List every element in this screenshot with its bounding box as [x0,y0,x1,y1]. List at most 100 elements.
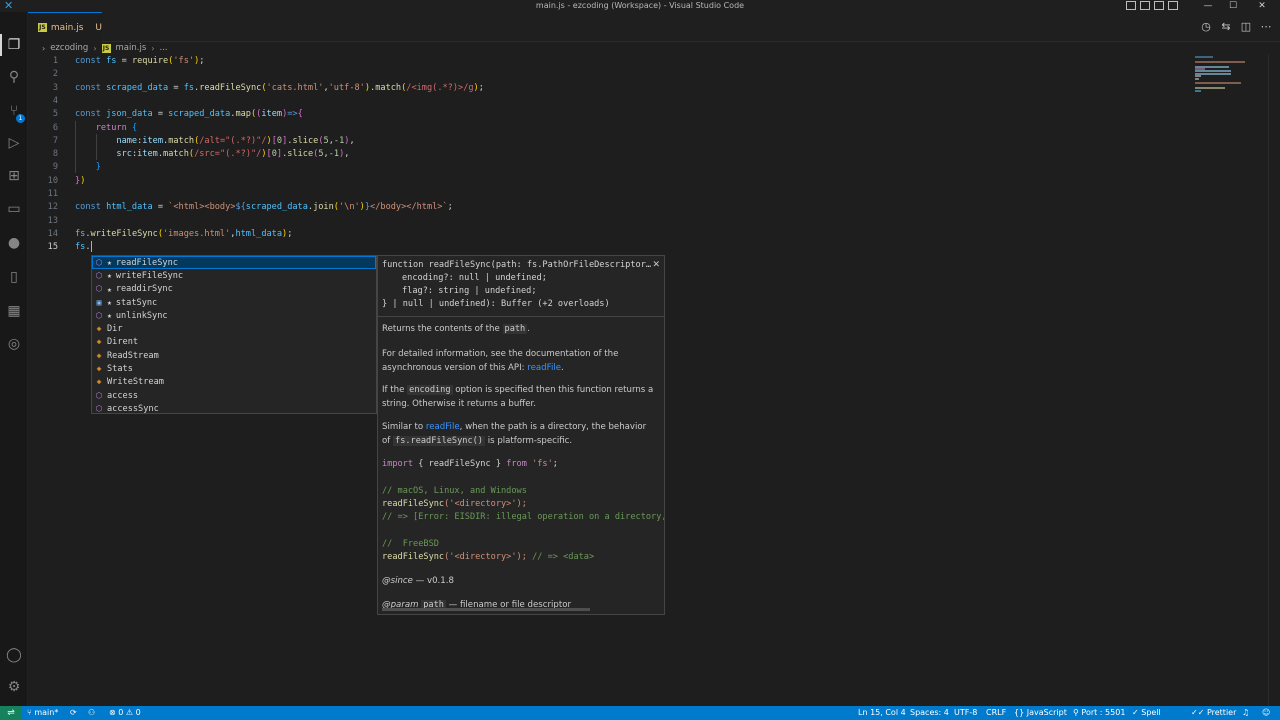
suggestion-item-Dir[interactable]: ◈ Dir [92,323,376,336]
suggestion-item-readdirSync[interactable]: ⬡ ★ readdirSync [92,283,376,296]
code-text: name:item.match(/alt="(.*?)"/)[0].slice(… [116,135,355,146]
breadcrumb-folder-icon: › [42,43,46,53]
doc-horizontal-scrollbar[interactable] [382,608,590,611]
code-text: } [95,162,101,173]
eol-status[interactable]: CRLF [986,706,1006,720]
suggestion-item-writeFileSync[interactable]: ⬡ ★ writeFileSync [92,269,376,282]
javascript-file-icon: JS [38,23,47,32]
suggestion-item-WriteStream[interactable]: ◈ WriteStream [92,376,376,389]
code-line[interactable]: 13 [28,215,1188,228]
code-line[interactable]: 2 [28,68,1188,81]
breadcrumb-file[interactable]: main.js [116,43,147,53]
suggestion-label: Dir [107,324,123,335]
remote-explorer-icon[interactable]: ▭ [5,200,23,218]
tab-main-js[interactable]: JS main.js U [28,12,102,42]
code-line[interactable]: 14 fs.writeFileSync('images.html',html_da… [28,228,1188,241]
code-line[interactable]: 1 const fs = require('fs'); [28,55,1188,68]
github-icon[interactable]: ● [5,234,23,252]
notifications-bell-icon[interactable]: ♫ [1242,706,1249,720]
suggestion-item-ReadStream[interactable]: ◈ ReadStream [92,349,376,362]
language-mode[interactable]: {} JavaScript [1014,706,1067,720]
doc-example-comment: // macOS, Linux, and Windows [382,486,527,496]
remote-indicator-icon[interactable]: ⇌ [0,706,22,720]
code-line[interactable]: 15 fs. [28,241,1188,254]
suggestion-item-readFileSync[interactable]: ⬡ ★ readFileSync [92,256,376,270]
doc-example-line: readFileSync('<directory>'); // => <data… [382,552,595,562]
encoding-status[interactable]: UTF-8 [954,706,977,720]
suggestion-item-Dirent[interactable]: ◈ Dirent [92,336,376,349]
gitlens-status-icon[interactable]: ⚇ [88,706,95,720]
line-number: 6 [52,122,58,133]
split-editor-icon[interactable]: ◫ [1240,20,1252,33]
feedback-icon[interactable]: ☺ [1262,706,1270,720]
suggestion-item-Stats[interactable]: ◈ Stats [92,362,376,375]
doc-separator [378,316,664,317]
minimap-line [1195,56,1213,58]
line-number: 9 [52,162,58,173]
class-icon: ◈ [96,350,102,360]
minimize-button[interactable]: — [1196,0,1220,12]
minimap[interactable] [1193,54,1267,94]
search-icon[interactable]: ⚲ [5,68,23,86]
breadcrumb-symbols[interactable]: ... [159,43,167,53]
suggestion-label: accessSync [107,403,159,414]
customize-layout-icon[interactable] [1168,1,1178,10]
vertical-scrollbar[interactable] [1268,54,1280,706]
prettier-status[interactable]: ✓✓ Prettier [1191,706,1236,720]
readfile-link[interactable]: readFile [527,363,561,373]
close-button[interactable]: ✕ [1250,0,1274,12]
code-line[interactable]: 9 } [28,161,1188,174]
suggestion-item-access[interactable]: ⬡ access [92,389,376,402]
suggestion-label: Stats [107,364,133,375]
breadcrumb-separator-icon: › [151,43,155,53]
editor-tab-bar: JS main.js U ◷ ⇆ ◫ ⋯ [28,12,1280,42]
suggestion-item-accessSync[interactable]: ⬡ accessSync [92,402,376,415]
spell-check-status[interactable]: ✓ Spell [1132,706,1161,720]
code-line[interactable]: 12 const html_data = `<html><body>${scrap… [28,201,1188,214]
branch-status[interactable]: ⑂ main* [27,706,58,720]
toggle-primary-sidebar-icon[interactable] [1126,1,1136,10]
account-icon[interactable]: ◯ [5,646,23,664]
maximize-button[interactable]: ☐ [1221,0,1245,12]
code-line[interactable]: 8 src:item.match(/src="(.*?)"/)[0].slice… [28,148,1188,161]
layout-controls [1126,0,1178,10]
indentation-status[interactable]: Spaces: 4 [910,706,949,720]
code-line[interactable]: 10}) [28,175,1188,188]
open-changes-icon[interactable]: ⇆ [1220,20,1232,33]
code-line[interactable]: 11 [28,188,1188,201]
close-icon[interactable]: ✕ [652,260,660,270]
method-icon: ⬡ [95,284,103,294]
code-line[interactable]: 7 name:item.match(/alt="(.*?)"/)[0].slic… [28,135,1188,148]
bookmarks-icon[interactable]: ▯ [5,268,23,286]
suggestion-item-unlinkSync[interactable]: ⬡ ★ unlinkSync [92,309,376,322]
code-line[interactable]: 4 [28,95,1188,108]
doc-example-comment: // => [Error: EISDIR: illegal operation … [382,512,665,522]
toggle-secondary-sidebar-icon[interactable] [1154,1,1164,10]
problems-status[interactable]: ⊗ 0 ⚠ 0 [109,706,141,720]
settings-gear-icon[interactable]: ⚙ [5,678,23,696]
title-bar: ✕ main.js - ezcoding (Workspace) - Visua… [0,0,1280,12]
line-number: 4 [52,95,58,106]
readfile-link[interactable]: readFile [426,422,460,432]
run-debug-icon[interactable]: ▷ [5,134,23,152]
docker-icon[interactable]: ▦ [5,302,23,320]
extensions-icon[interactable]: ⊞ [5,167,23,185]
suggest-widget[interactable]: ⬡ ★ readFileSync ⬡ ★ writeFileSync ⬡ ★ readdirSy… [91,255,377,414]
timeline-icon[interactable]: ◷ [1200,20,1212,33]
gitlens-icon[interactable]: ◎ [5,335,23,353]
sync-icon[interactable]: ⟳ [70,706,77,720]
code-line[interactable]: 6 return { [28,122,1188,135]
code-line[interactable]: 3 const scraped_data = fs.readFileSync('c… [28,82,1188,95]
line-number: 12 [47,202,58,213]
explorer-icon[interactable]: ❐ [5,36,23,54]
class-icon: ◈ [96,377,102,387]
code-line[interactable]: 5 const json_data = scraped_data.map((ite… [28,108,1188,121]
breadcrumb-folder[interactable]: ezcoding [50,43,88,53]
more-actions-icon[interactable]: ⋯ [1260,20,1272,33]
suggestion-item-statSync[interactable]: ▣ ★ statSync [92,296,376,309]
suggest-details-widget[interactable]: function readFileSync(path: fs.PathOrFil… [377,255,665,615]
toggle-panel-icon[interactable] [1140,1,1150,10]
editor-actions: ◷ ⇆ ◫ ⋯ [1200,20,1272,33]
cursor-position[interactable]: Ln 15, Col 4 [858,706,906,720]
live-server-port[interactable]: ⚲ Port : 5501 [1073,706,1125,720]
